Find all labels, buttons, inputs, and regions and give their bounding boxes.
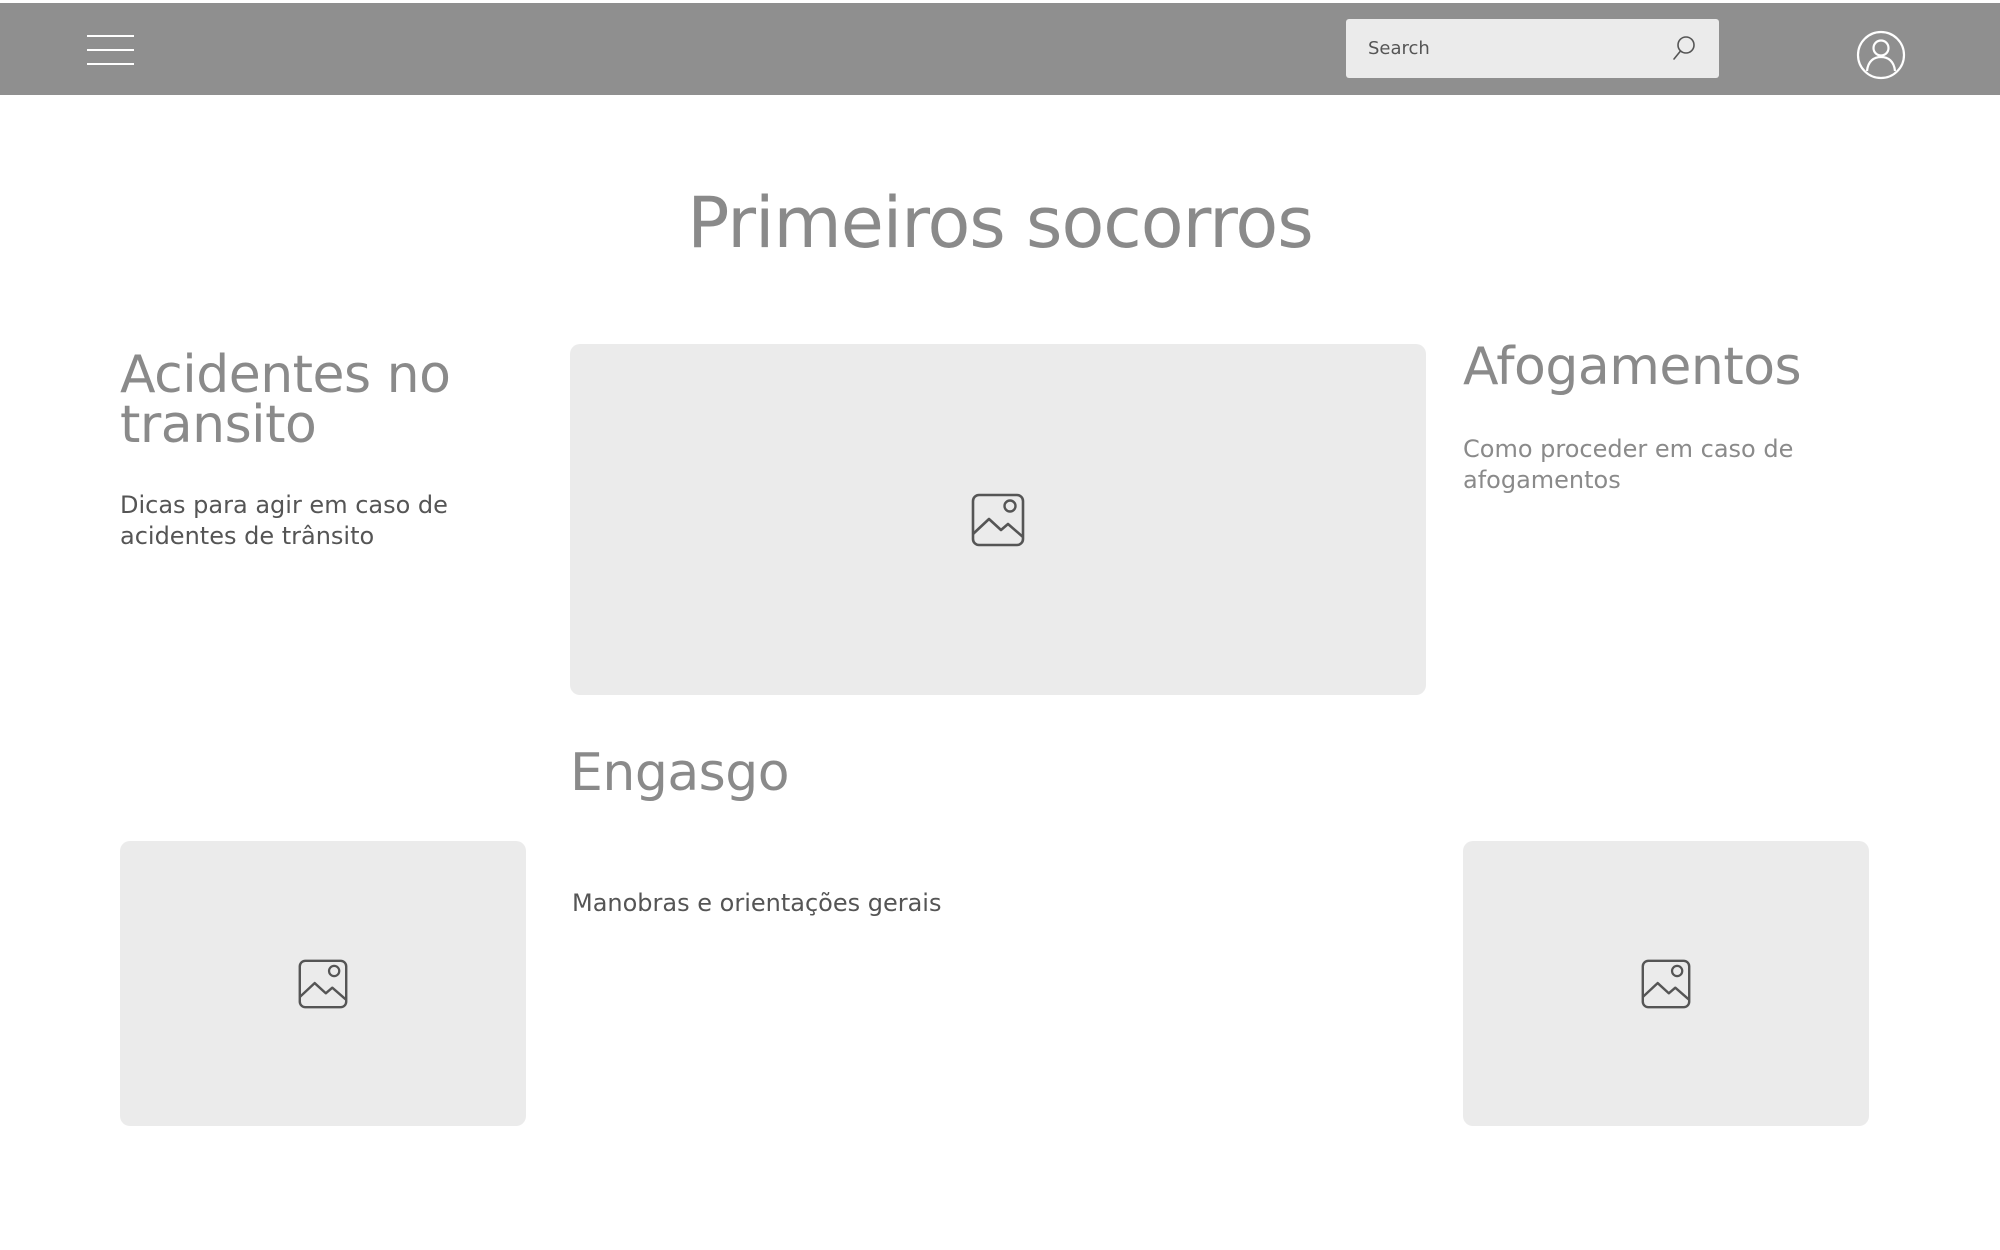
section-title-acidentes: Acidentes no transito	[120, 345, 451, 455]
section-desc-engasgo: Manobras e orientações gerais	[572, 889, 942, 917]
page-title: Primeiros socorros	[687, 182, 1313, 264]
image-placeholder-center	[570, 344, 1426, 695]
search-bar	[1346, 19, 1719, 78]
image-placeholder-icon	[1641, 959, 1691, 1008]
image-placeholder-right	[1463, 841, 1869, 1126]
section-desc-afogamentos: Como proceder em caso de afogamentos	[1463, 435, 1794, 494]
section-title-afogamentos: Afogamentos	[1463, 337, 1802, 397]
hamburger-menu-icon[interactable]	[87, 35, 134, 65]
header-bar	[0, 3, 2000, 95]
image-placeholder-icon	[971, 493, 1025, 546]
image-placeholder-icon	[298, 959, 348, 1008]
image-placeholder-left	[120, 841, 526, 1126]
section-desc-acidentes: Dicas para agir em caso de acidentes de …	[120, 491, 448, 550]
search-input[interactable]	[1346, 19, 1666, 78]
search-icon[interactable]	[1668, 33, 1700, 65]
user-avatar-icon[interactable]	[1856, 30, 1906, 80]
section-title-engasgo: Engasgo	[570, 743, 790, 803]
page: Primeiros socorros Acidentes no transito…	[0, 0, 2000, 1250]
